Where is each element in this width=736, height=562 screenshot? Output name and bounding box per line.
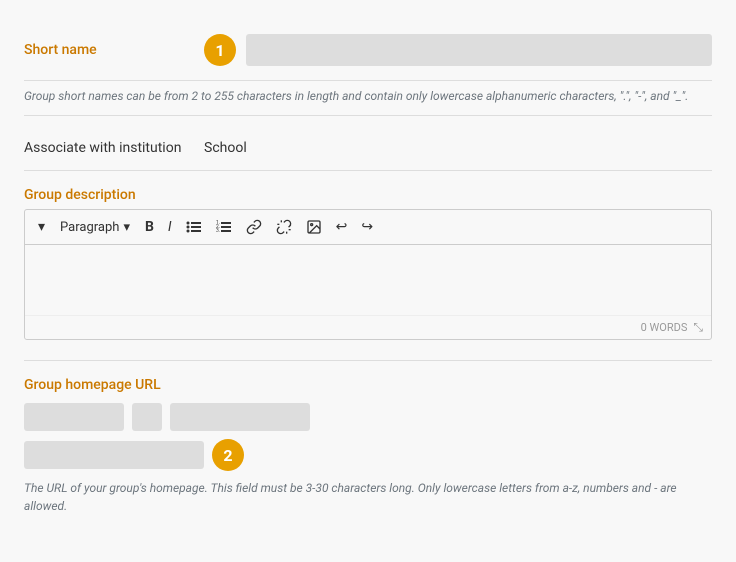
url-input[interactable] — [24, 441, 204, 469]
associate-institution-row: Associate with institution School — [24, 126, 712, 171]
toolbar-link-button[interactable] — [241, 216, 267, 238]
link-icon — [246, 219, 262, 235]
group-homepage-url-label: Group homepage URL — [24, 377, 712, 393]
editor-body[interactable] — [25, 245, 711, 315]
step-badge-1: 1 — [204, 34, 236, 66]
step-badge-2: 2 — [212, 439, 244, 471]
group-homepage-url-section: Group homepage URL 2 The URL of your gro… — [24, 377, 712, 515]
toolbar-paragraph-select[interactable]: Paragraph ▾ — [54, 217, 136, 238]
short-name-row: Short name 1 — [24, 20, 712, 81]
short-name-input-area: 1 — [204, 34, 712, 66]
editor-toolbar: ▾ Paragraph ▾ B I — [25, 210, 711, 245]
italic-icon: I — [168, 219, 172, 235]
paragraph-label: Paragraph — [60, 220, 119, 235]
associate-institution-value: School — [204, 140, 247, 156]
word-count: 0 WORDS — [641, 321, 688, 334]
chevron-icon: ▾ — [38, 219, 45, 235]
svg-text:3.: 3. — [216, 228, 220, 234]
bold-icon: B — [145, 219, 154, 235]
toolbar-redo-button[interactable]: ↪ — [356, 216, 378, 238]
toolbar-undo-button[interactable]: ↩ — [331, 216, 353, 238]
short-name-label: Short name — [24, 42, 204, 58]
toolbar-unlink-button[interactable] — [271, 216, 297, 238]
toolbar-numbered-list-button[interactable]: 1. 2. 3. — [211, 216, 237, 238]
url-separator-mock — [132, 403, 162, 431]
editor-container: ▾ Paragraph ▾ B I — [24, 209, 712, 340]
undo-icon: ↩ — [336, 219, 348, 235]
group-description-label: Group description — [24, 187, 712, 203]
paragraph-chevron-icon: ▾ — [123, 220, 130, 235]
toolbar-bullet-list-button[interactable] — [181, 216, 207, 238]
unlink-icon — [276, 219, 292, 235]
toolbar-chevron-icon[interactable]: ▾ — [33, 216, 50, 238]
toolbar-bold-button[interactable]: B — [140, 216, 159, 238]
bullet-list-icon — [186, 219, 202, 235]
url-prefix-mock — [24, 403, 124, 431]
short-name-input[interactable] — [246, 34, 712, 66]
group-description-section: Group description ▾ Paragraph ▾ B I — [24, 187, 712, 361]
redo-icon: ↪ — [361, 219, 373, 235]
resize-handle-icon: ⤡ — [693, 320, 703, 335]
associate-institution-label: Associate with institution — [24, 140, 204, 156]
toolbar-image-button[interactable] — [301, 216, 327, 238]
url-input-row: 2 — [24, 439, 712, 471]
url-domain-mock — [170, 403, 310, 431]
short-name-hint: Group short names can be from 2 to 255 c… — [24, 87, 712, 116]
image-icon — [306, 219, 322, 235]
editor-footer: 0 WORDS ⤡ — [25, 315, 711, 339]
toolbar-italic-button[interactable]: I — [163, 216, 177, 238]
url-row — [24, 403, 712, 431]
url-hint: The URL of your group's homepage. This f… — [24, 479, 712, 515]
numbered-list-icon: 1. 2. 3. — [216, 219, 232, 235]
